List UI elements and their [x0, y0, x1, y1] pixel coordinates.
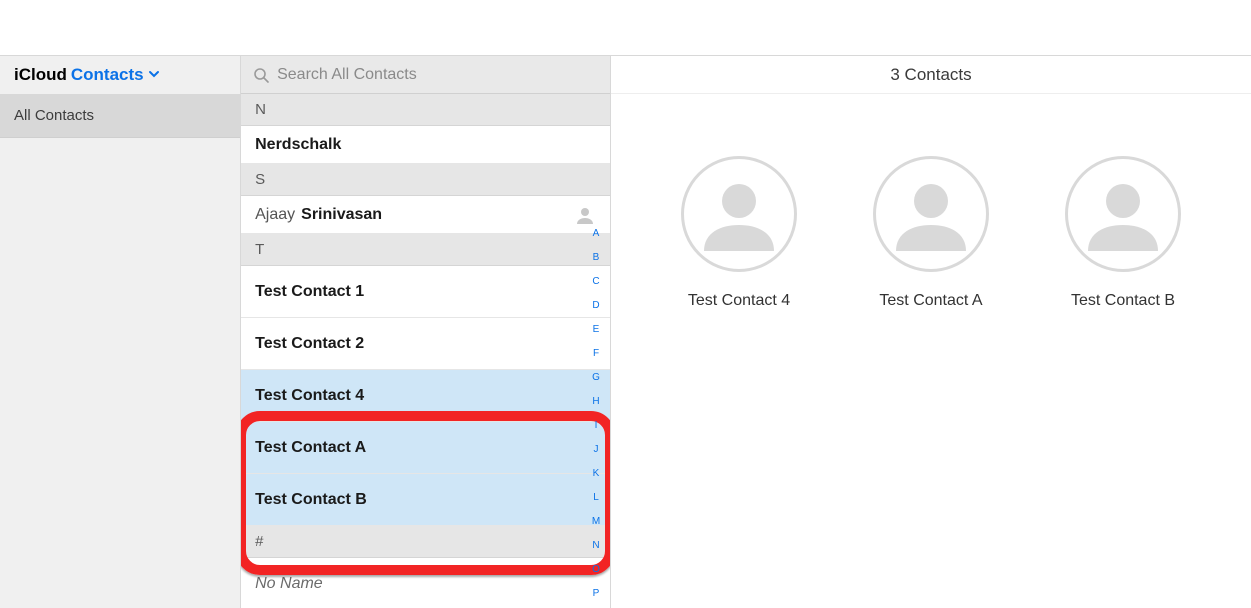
alpha-O[interactable]: O	[586, 558, 606, 582]
alpha-M[interactable]: M	[586, 510, 606, 534]
selected-name: Test Contact 4	[688, 292, 790, 310]
alpha-F[interactable]: F	[586, 342, 606, 366]
section-header-hash: #	[241, 526, 610, 558]
alpha-P[interactable]: P	[586, 582, 606, 606]
selected-card-0[interactable]: Test Contact 4	[679, 156, 799, 310]
alpha-B[interactable]: B	[586, 246, 606, 270]
contact-row-test4[interactable]: Test Contact 4	[241, 370, 610, 422]
sidebar-item-all-contacts[interactable]: All Contacts	[0, 94, 240, 138]
alpha-H[interactable]: H	[586, 390, 606, 414]
alpha-G[interactable]: G	[586, 366, 606, 390]
brand-service: iCloud	[14, 65, 67, 85]
contact-row-test1[interactable]: Test Contact 1	[241, 266, 610, 318]
search-icon	[253, 67, 269, 83]
section-header-T: T	[241, 234, 610, 266]
contact-row-srinivasan[interactable]: Ajaay Srinivasan	[241, 196, 610, 234]
contact-last: Srinivasan	[301, 206, 382, 224]
contact-first: Ajaay	[255, 206, 295, 224]
detail-pane: 3 Contacts Test Contact 4 Test Contact A…	[611, 56, 1251, 608]
contact-name: Test Contact 2	[255, 335, 364, 353]
contact-name: Test Contact 4	[255, 387, 364, 405]
alpha-N[interactable]: N	[586, 534, 606, 558]
alpha-K[interactable]: K	[586, 462, 606, 486]
brand-app: Contacts	[71, 65, 160, 85]
alpha-C[interactable]: C	[586, 270, 606, 294]
selected-name: Test Contact B	[1071, 292, 1175, 310]
alpha-I[interactable]: I	[586, 414, 606, 438]
window-top-strip	[0, 0, 1251, 55]
avatar	[1065, 156, 1181, 272]
contact-list: N Nerdschalk S Ajaay Srinivasan T Test C…	[241, 94, 610, 608]
contact-row-test2[interactable]: Test Contact 2	[241, 318, 610, 370]
search-input[interactable]	[277, 66, 598, 84]
alpha-A[interactable]: A	[586, 222, 606, 246]
contact-name: No Name	[255, 575, 323, 593]
contact-row-nerdschalk[interactable]: Nerdschalk	[241, 126, 610, 164]
section-header-S: S	[241, 164, 610, 196]
sidebar-item-label: All Contacts	[14, 107, 94, 124]
search-bar[interactable]	[241, 56, 610, 94]
alpha-D[interactable]: D	[586, 294, 606, 318]
selected-card-2[interactable]: Test Contact B	[1063, 156, 1183, 310]
contact-row-testA[interactable]: Test Contact A	[241, 422, 610, 474]
alpha-L[interactable]: L	[586, 486, 606, 510]
main-area: iCloud Contacts All Contacts N Nerdschal…	[0, 55, 1251, 608]
contact-list-column: N Nerdschalk S Ajaay Srinivasan T Test C…	[241, 56, 611, 608]
selected-card-1[interactable]: Test Contact A	[871, 156, 991, 310]
contact-name: Test Contact B	[255, 491, 367, 509]
section-header-N: N	[241, 94, 610, 126]
chevron-down-icon	[148, 65, 160, 85]
sidebar: iCloud Contacts All Contacts	[0, 56, 241, 608]
contact-name: Test Contact 1	[255, 283, 364, 301]
contact-row-testB[interactable]: Test Contact B	[241, 474, 610, 526]
selected-contacts-cards: Test Contact 4 Test Contact A Test Conta…	[611, 94, 1251, 310]
app-switcher[interactable]: iCloud Contacts	[0, 56, 240, 94]
alpha-E[interactable]: E	[586, 318, 606, 342]
contact-row-noname[interactable]: No Name	[241, 558, 610, 608]
contact-last: Nerdschalk	[255, 136, 341, 154]
avatar	[873, 156, 989, 272]
selected-name: Test Contact A	[879, 292, 982, 310]
contact-name: Test Contact A	[255, 439, 366, 457]
selection-count: 3 Contacts	[611, 56, 1251, 94]
alpha-J[interactable]: J	[586, 438, 606, 462]
avatar	[681, 156, 797, 272]
alpha-index[interactable]: A B C D E F G H I J K L M N O P Q	[586, 222, 606, 608]
